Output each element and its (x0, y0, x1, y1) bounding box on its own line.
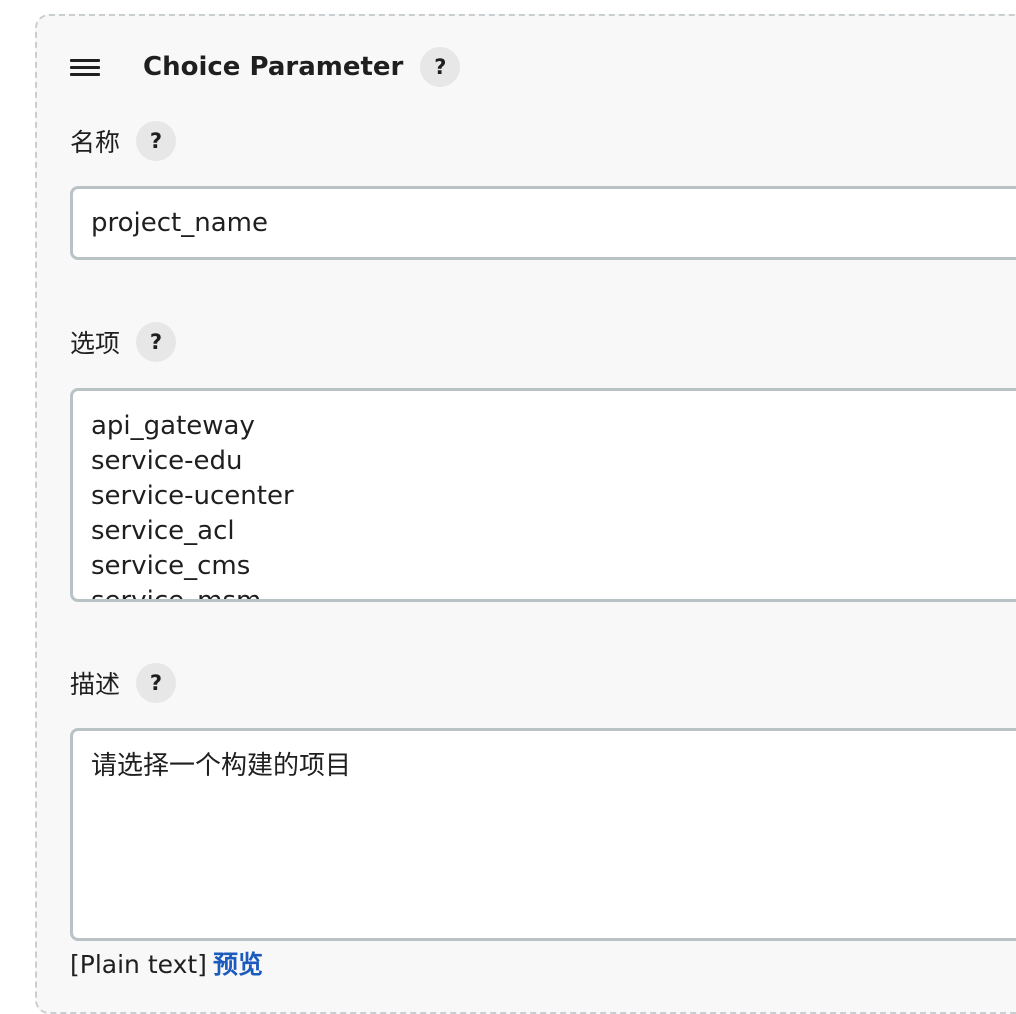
choices-label-row: 选项 ? (70, 322, 177, 362)
preview-link[interactable]: 预览 (213, 950, 263, 979)
description-textarea[interactable]: 请选择一个构建的项目 (70, 728, 1016, 941)
choice-line: api_gateway (91, 411, 255, 441)
parameter-help-icon[interactable]: ? (420, 47, 461, 87)
description-value: 请选择一个构建的项目 (91, 751, 352, 781)
parameter-title: Choice Parameter (143, 52, 404, 82)
parameter-header: Choice Parameter ? (70, 45, 461, 89)
description-label-row: 描述 ? (70, 663, 177, 703)
choice-line: service_cms (91, 551, 251, 581)
name-input[interactable]: project_name (70, 186, 1016, 260)
choices-label: 选项 (70, 329, 121, 358)
description-help-icon[interactable]: ? (136, 663, 177, 703)
choice-line: service-edu (91, 446, 243, 476)
choices-help-icon[interactable]: ? (136, 322, 177, 362)
format-label: [Plain text] (70, 950, 207, 979)
choice-line: service_acl (91, 516, 235, 546)
name-help-icon[interactable]: ? (136, 121, 177, 161)
name-label-row: 名称 ? (70, 121, 177, 161)
name-input-value: project_name (91, 208, 268, 238)
name-label: 名称 (70, 128, 121, 157)
choices-textarea[interactable]: api_gateway service-edu service-ucenter … (70, 388, 1016, 602)
drag-handle-icon[interactable] (70, 45, 102, 89)
description-label: 描述 (70, 670, 121, 699)
choice-line: service_msm (91, 586, 262, 602)
choice-line: service-ucenter (91, 481, 294, 511)
